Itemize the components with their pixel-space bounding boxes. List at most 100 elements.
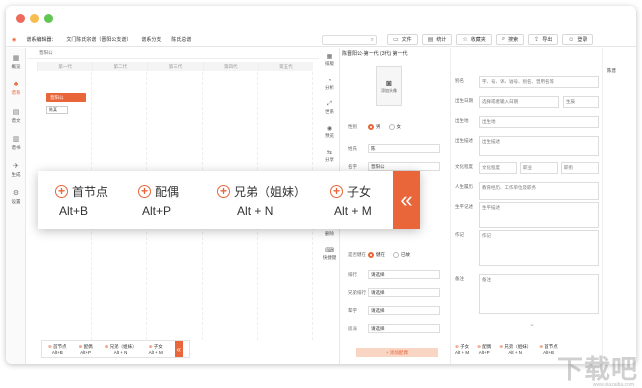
brother-rank-select[interactable]: 请选择: [368, 288, 440, 297]
breadcrumb-item[interactable]: 文门陈氏宗谱（晋阳公支谱）: [66, 36, 131, 43]
education-select[interactable]: 文化程度: [479, 162, 517, 174]
camera-icon: ◙: [386, 78, 392, 88]
surname-row: 姓氏 陈: [348, 144, 440, 153]
gender-female-radio[interactable]: 女: [388, 124, 401, 130]
shortcut-label: 子女: [153, 343, 163, 349]
rank-select[interactable]: 请选择: [368, 270, 440, 279]
note-input[interactable]: 备注: [479, 274, 599, 314]
doc-icon: ▤: [12, 108, 20, 116]
avatar-upload-label: 添加头像: [381, 88, 397, 93]
gender-male-radio[interactable]: 男: [368, 124, 381, 130]
minimize-dot[interactable]: [30, 14, 39, 23]
vtool-share[interactable]: ⇆ 分享: [320, 144, 339, 168]
vtool-label: 删除: [325, 231, 334, 236]
popup-spouse[interactable]: + 配偶 Alt+P: [138, 183, 179, 218]
vtool-label: 快捷键: [322, 255, 337, 260]
child-person-node[interactable]: 陈某: [46, 106, 68, 114]
collapse-arrow-icon[interactable]: «: [393, 171, 420, 229]
plus-icon: +: [138, 184, 152, 198]
shortcut-sibling[interactable]: ⊕ 兄弟（姐妹） Alt + N: [105, 344, 137, 355]
birth-desc-input[interactable]: 出生描述: [479, 136, 599, 156]
note-row: 备注 备注: [455, 274, 599, 314]
job-input[interactable]: 职业: [520, 162, 558, 174]
post-input[interactable]: 职衔: [561, 162, 599, 174]
resume-input[interactable]: 教育经历、工作单位及职务: [479, 182, 599, 200]
seq-select[interactable]: 请选择: [368, 306, 440, 315]
vtool-shortcut[interactable]: ⌨ 快捷键: [320, 242, 339, 266]
sidebar-item-overview[interactable]: ▦ 概览: [6, 48, 26, 75]
popup-child[interactable]: + 子女 Alt + M: [330, 183, 372, 218]
shortcut-key: Alt + N: [113, 349, 128, 355]
vtool-preview[interactable]: ◉ 预览: [320, 120, 339, 144]
alive-row: 是否健在 健在 已故: [348, 252, 440, 258]
breadcrumb-item[interactable]: 谱系分支: [141, 36, 161, 43]
works-input[interactable]: 作记: [479, 230, 599, 266]
alias-label: 别名: [455, 78, 464, 83]
close-dot[interactable]: [16, 14, 25, 23]
shortcut-spouse[interactable]: ⊕ 配偶 Alt+P: [79, 344, 93, 355]
stats-icon: ▤: [427, 37, 434, 43]
vtool-label: 预览: [325, 133, 334, 138]
surname-input[interactable]: 陈: [368, 144, 440, 153]
sidebar-item-book[interactable]: ▥ 谱书: [6, 129, 26, 156]
birthplace-label: 出生地: [455, 118, 469, 123]
generation-label: 第三代: [147, 62, 203, 71]
popup-sibling[interactable]: + 兄弟（姐妹） Alt + N: [217, 183, 306, 218]
alive-no-radio[interactable]: 已故: [393, 252, 410, 258]
breadcrumb-item[interactable]: 陈氏总谱: [171, 36, 191, 43]
search-input[interactable]: ⌕: [322, 34, 377, 45]
rank-label: 排行: [348, 271, 357, 277]
branch-select[interactable]: 请选择: [368, 324, 440, 333]
favorites-button[interactable]: ☆ 收藏夹: [456, 34, 492, 45]
avatar-upload[interactable]: ◙ 添加头像: [376, 66, 402, 106]
search-button[interactable]: ⌕ 搜索: [495, 34, 525, 45]
vtool-arrange[interactable]: ▦ 排版: [320, 48, 339, 72]
vtool-analysis[interactable]: ◔ 分析: [320, 72, 339, 96]
shortcut-popup: + 首节点 Alt+B + 配偶 Alt+P + 兄弟（姐妹） Alt + N + 子女…: [38, 171, 420, 229]
alive-yes-radio[interactable]: 健在: [368, 252, 385, 258]
user-icon: ☺: [568, 36, 575, 43]
shortcut-child[interactable]: ⊕ 子女 Alt + M: [149, 344, 163, 355]
birth-time-select[interactable]: 生辰: [563, 96, 599, 108]
sidebar-item-label: 设置: [11, 198, 21, 204]
shortcut-spouse[interactable]: ⊕ 配偶 Alt+P: [477, 344, 491, 355]
shortcut-child[interactable]: ⊕ 子女 Alt + M: [455, 344, 469, 355]
birthplace-input[interactable]: 出生地: [479, 116, 599, 128]
shortcut-first-node[interactable]: ⊕ 首节点 Alt+B: [539, 344, 558, 355]
education-row: 文化程度 文化程度 职业 职衔: [455, 162, 599, 174]
works-label: 作记: [455, 232, 464, 237]
popup-label: 子女: [347, 184, 372, 199]
stats-button[interactable]: ▤ 统计: [421, 34, 453, 45]
birthplace-row: 出生地 出生地: [455, 116, 599, 128]
root-person-node[interactable]: 晋阳公: [46, 93, 86, 102]
collapse-arrow-icon[interactable]: «: [174, 341, 183, 357]
shortcut-first-node[interactable]: ⊕ 首节点 Alt+B: [48, 344, 67, 355]
sidebar-item-settings[interactable]: ⚙ 设置: [6, 183, 26, 210]
name-input[interactable]: 晋阳公: [368, 162, 440, 171]
sidebar-item-doc[interactable]: ▤ 谱文: [6, 102, 26, 129]
login-button[interactable]: ☺ 登录: [562, 34, 594, 45]
toolbar-buttons: ▭ 文件 ▤ 统计 ☆ 收藏夹 ⌕ 搜索 ⇪ 导出 ☺ 登录: [387, 34, 594, 45]
maximize-dot[interactable]: [44, 14, 53, 23]
shortcut-sibling[interactable]: ⊕ 兄弟（姐妹） Alt + N: [499, 344, 531, 355]
watermark-logo: 下载吧: [556, 354, 638, 384]
expand-chevron-icon[interactable]: ⌄: [529, 320, 535, 328]
popup-first-node[interactable]: + 首节点 Alt+B: [55, 183, 108, 218]
popup-label: 兄弟（姐妹）: [234, 184, 307, 199]
add-spouse-button[interactable]: + 添加配偶: [356, 348, 438, 357]
vtool-lineage[interactable]: ⤢ 世系: [320, 96, 339, 120]
birth-date-input[interactable]: 选择或者输入日期: [479, 96, 559, 108]
popup-key: Alt + M: [334, 203, 372, 218]
vtool-label: 排版: [325, 61, 334, 66]
popup-key: Alt+B: [59, 203, 89, 218]
rank-row: 排行 请选择: [348, 270, 440, 279]
alias-input[interactable]: 字、号、讳、谥号、别名、曾用名等: [479, 76, 599, 88]
export-button[interactable]: ⇪ 导出: [528, 34, 559, 45]
sidebar-item-generate[interactable]: ✈ 生成: [6, 156, 26, 183]
home-icon[interactable]: ◉: [12, 37, 16, 43]
bio-input[interactable]: 生平描述: [479, 202, 599, 228]
sidebar-item-tree[interactable]: ♣ 谱系: [6, 75, 26, 102]
file-button[interactable]: ▭ 文件: [387, 34, 418, 45]
window-controls: [16, 14, 53, 23]
education-label: 文化程度: [455, 164, 473, 169]
